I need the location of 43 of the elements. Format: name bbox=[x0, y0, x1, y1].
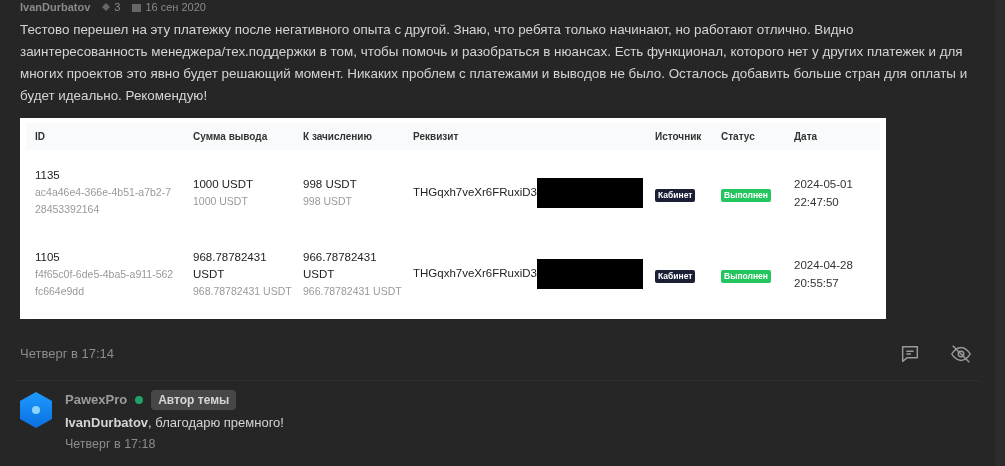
table-cell-text: 968.78782431 USDT bbox=[193, 249, 268, 282]
status-badge: Выполнен bbox=[721, 270, 771, 283]
table-cell-text: 1000 USDT bbox=[193, 193, 249, 209]
table-cell-text: 2024-04-28 bbox=[794, 258, 854, 273]
avatar-icon[interactable] bbox=[20, 392, 52, 428]
table-cell-text: 1105 bbox=[35, 249, 61, 265]
table-cell-text: 1000 USDT bbox=[193, 176, 255, 192]
hide-icon[interactable] bbox=[949, 343, 973, 365]
table-cell-text: ac4a46e4-366e-4b51-a7b2-728453392164 bbox=[35, 185, 173, 217]
reply-time[interactable]: Четверг в 17:18 bbox=[65, 435, 284, 454]
column-header: Сумма вывода bbox=[193, 130, 269, 144]
topic-author-badge: Автор темы bbox=[151, 390, 237, 410]
post-time[interactable]: Четверг в 17:14 bbox=[20, 344, 115, 364]
comment-icon[interactable] bbox=[899, 343, 921, 365]
column-header: Статус bbox=[721, 130, 756, 144]
table-cell-text: 2024-05-01 bbox=[794, 176, 854, 192]
column-header: Источник bbox=[655, 130, 703, 144]
reputation-count: 3 bbox=[114, 1, 121, 13]
table-cell-text: f4f65c0f-6de5-4ba5-a911-562fc664e9dd bbox=[35, 266, 175, 299]
column-header: Реквизит bbox=[413, 130, 460, 144]
author-name[interactable]: IvanDurbatov bbox=[20, 1, 91, 13]
reply-text: IvanDurbatov, благодарю премного! bbox=[65, 414, 284, 432]
table-cell-text: THGqxh7veXr6FRuxiD3 bbox=[413, 184, 537, 200]
table-cell-text: 998 USDT bbox=[303, 176, 358, 192]
table-cell-text: 968.78782431 USDT bbox=[193, 283, 293, 299]
join-date: 16 сен 2020 bbox=[145, 1, 206, 13]
table-cell-text: THGqxh7veXr6FRuxiD3 bbox=[413, 266, 537, 282]
source-badge: Кабинет bbox=[655, 188, 696, 202]
status-badge: Выполнен bbox=[721, 188, 771, 202]
table-cell-text: 998 USDT bbox=[303, 193, 354, 209]
table-cell-text: 22:47:50 bbox=[794, 194, 840, 210]
column-header: Дата bbox=[794, 130, 819, 144]
table-cell-text: 20:55:57 bbox=[794, 276, 840, 291]
table-cell-text: 1135 bbox=[35, 168, 61, 183]
reputation-icon bbox=[102, 3, 111, 11]
table-cell-text: 966.78782431 USDT bbox=[303, 249, 378, 282]
calendar-icon bbox=[132, 2, 142, 12]
post-text: Тестово перешел на эту платежку после негативного опыта с другой. Знаю, что ребята только начинают, но работают отлично. Видно заинтересованность менеджера/тех.поддержки в том, чтобы помочь и разобраться в нюансах. Есть функционал, которого нет у других платежек и для многих проектов это явно будет решающий момент. Никаких проблем с платежами и выводов не было. Осталось добавить больше стран для оплаты и будет идеально. Рекомендую! bbox=[19, 21, 969, 105]
table-cell-text: 966.78782431 USDT bbox=[303, 283, 403, 299]
column-header: ID bbox=[35, 130, 46, 144]
column-header: К зачислению bbox=[303, 130, 374, 144]
reply-author[interactable]: PawexPro bbox=[65, 390, 128, 410]
source-badge: Кабинет bbox=[655, 270, 696, 283]
